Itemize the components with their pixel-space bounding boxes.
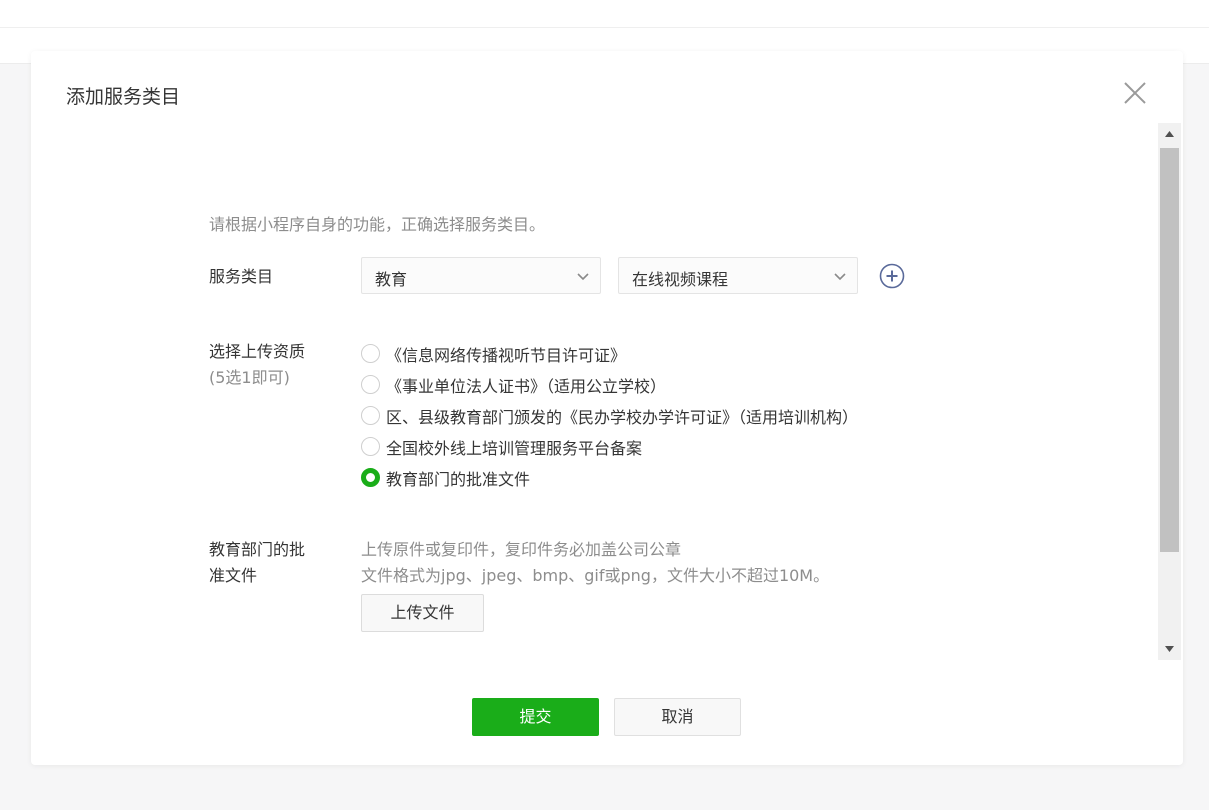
qualification-option-label: 《信息网络传播视听节目许可证》 — [386, 345, 627, 365]
radio-button-checked[interactable] — [361, 468, 380, 487]
category-primary-select[interactable]: 教育 — [361, 257, 601, 294]
add-service-category-dialog: 添加服务类目 请根据小程序自身的功能，正确选择服务类目。 服务类目 教育 在线视… — [31, 51, 1183, 765]
scrollbar-thumb[interactable] — [1160, 148, 1179, 552]
dialog-body: 请根据小程序自身的功能，正确选择服务类目。 服务类目 教育 在线视频课程 选择上… — [31, 123, 1158, 660]
radio-button[interactable] — [361, 375, 380, 394]
form-hint: 请根据小程序自身的功能，正确选择服务类目。 — [209, 215, 546, 234]
category-secondary-value: 在线视频课程 — [632, 270, 729, 289]
add-category-plus-icon[interactable] — [879, 263, 905, 289]
upload-label-line-2: 准文件 — [209, 566, 258, 585]
qualification-option-3[interactable]: 区、县级教育部门颁发的《民办学校办学许可证》（适用培训机构） — [361, 400, 858, 431]
qualification-option-4[interactable]: 全国校外线上培训管理服务平台备案 — [361, 431, 858, 462]
chevron-down-icon — [833, 269, 847, 283]
dialog-title: 添加服务类目 — [66, 86, 181, 108]
qualification-option-label: 区、县级教育部门颁发的《民办学校办学许可证》（适用培训机构） — [386, 407, 859, 427]
upload-file-button[interactable]: 上传文件 — [361, 594, 484, 632]
close-icon[interactable] — [1123, 81, 1147, 105]
submit-button[interactable]: 提交 — [472, 698, 599, 736]
qualification-option-label: 教育部门的批准文件 — [386, 469, 531, 489]
qualification-option-label: 《事业单位法人证书》（适用公立学校） — [386, 376, 667, 396]
category-secondary-select[interactable]: 在线视频课程 — [618, 257, 858, 294]
qualification-option-1[interactable]: 《信息网络传播视听节目许可证》 — [361, 338, 858, 369]
cancel-button[interactable]: 取消 — [614, 698, 741, 736]
radio-button[interactable] — [361, 437, 380, 456]
category-label: 服务类目 — [209, 267, 274, 286]
category-primary-value: 教育 — [375, 270, 408, 289]
scroll-up-arrow-icon[interactable] — [1158, 123, 1181, 145]
radio-button[interactable] — [361, 406, 380, 425]
qualification-sublabel: (5选1即可) — [209, 368, 290, 387]
upload-label: 教育部门的批 准文件 — [209, 537, 305, 589]
qualification-option-label: 全国校外线上培训管理服务平台备案 — [386, 438, 643, 458]
qualification-option-5[interactable]: 教育部门的批准文件 — [361, 462, 858, 493]
dialog-scrollbar[interactable] — [1158, 123, 1181, 660]
qualification-option-2[interactable]: 《事业单位法人证书》（适用公立学校） — [361, 369, 858, 400]
scroll-down-arrow-icon[interactable] — [1158, 638, 1181, 660]
upload-desc-line-1: 上传原件或复印件，复印件务必加盖公司公章 — [361, 540, 682, 559]
qualification-label: 选择上传资质 — [209, 342, 306, 361]
upload-desc-line-2: 文件格式为jpg、jpeg、bmp、gif或png，文件大小不超过10M。 — [361, 566, 830, 585]
qualification-radio-group: 《信息网络传播视听节目许可证》 《事业单位法人证书》（适用公立学校） 区、县级教… — [361, 338, 858, 493]
upload-label-line-1: 教育部门的批 — [209, 540, 306, 559]
radio-button[interactable] — [361, 344, 380, 363]
header-divider — [0, 27, 1209, 28]
chevron-down-icon — [576, 269, 590, 283]
upload-description: 上传原件或复印件，复印件务必加盖公司公章 文件格式为jpg、jpeg、bmp、g… — [361, 537, 829, 589]
